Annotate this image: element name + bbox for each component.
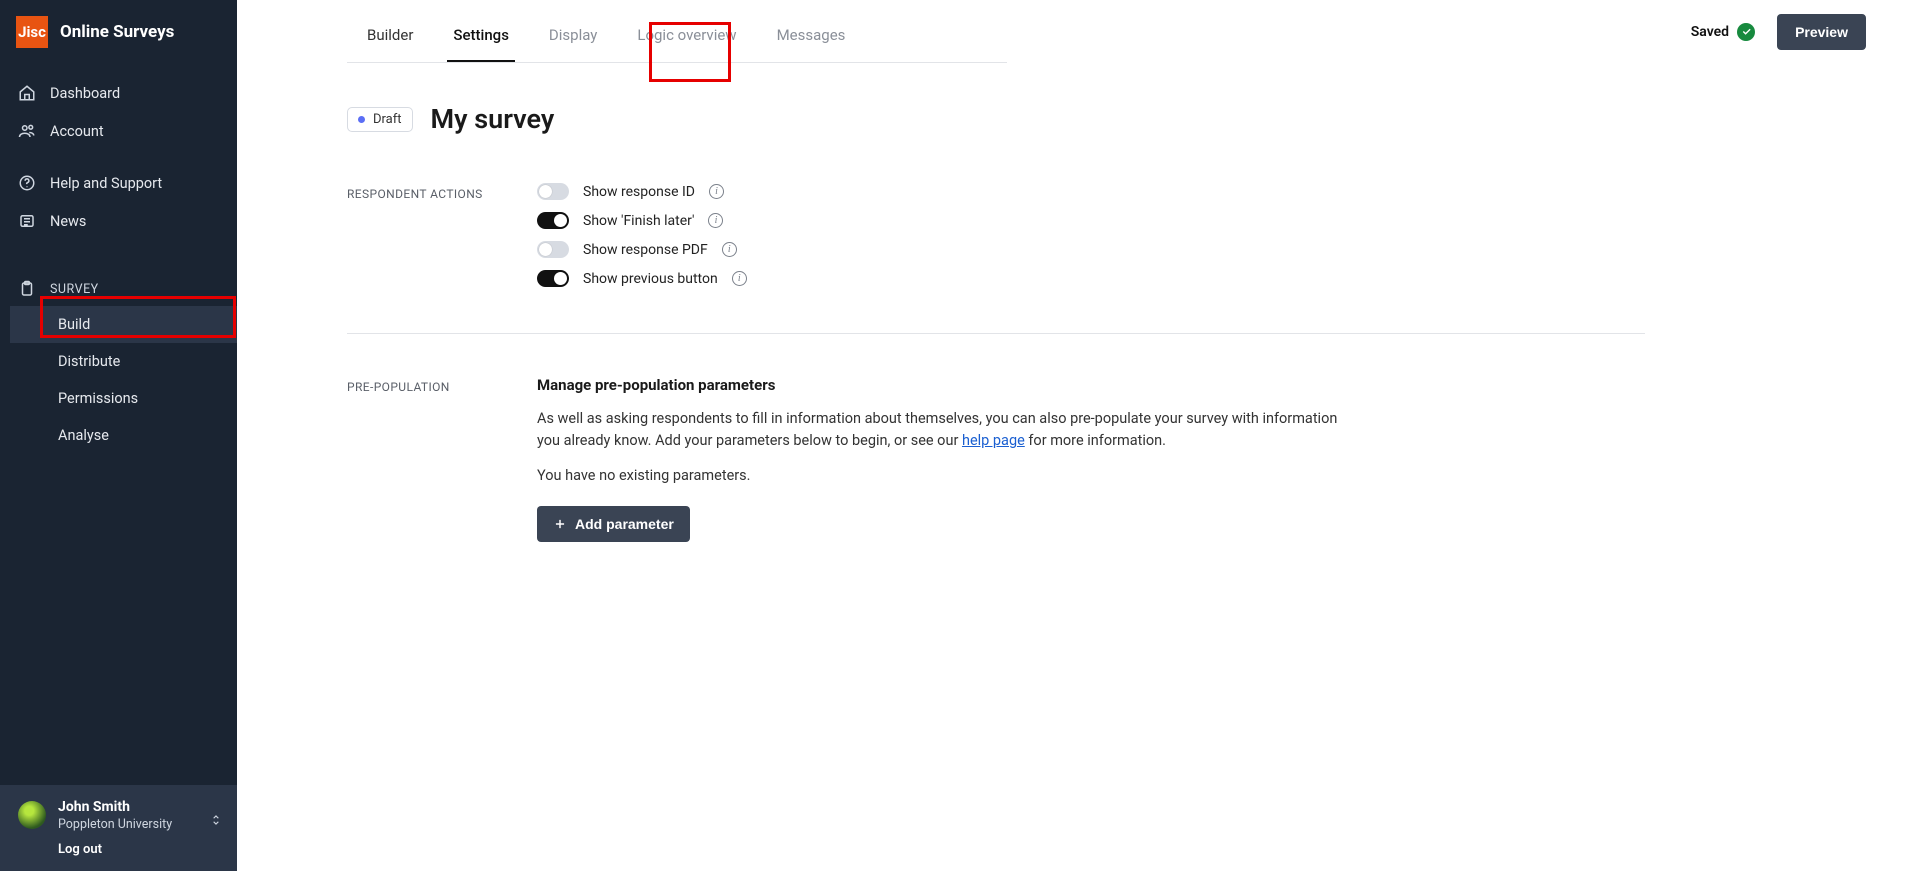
- top-actions: Saved Preview: [1691, 14, 1866, 50]
- logout-link[interactable]: Log out: [58, 842, 172, 857]
- status-dot-icon: [358, 116, 365, 123]
- help-icon: [18, 174, 36, 192]
- tab-builder[interactable]: Builder: [347, 0, 433, 62]
- title-row: Draft My survey: [347, 103, 1645, 135]
- info-icon[interactable]: i: [708, 213, 723, 228]
- toggle-show-finish-later[interactable]: [537, 212, 569, 229]
- info-icon[interactable]: i: [722, 242, 737, 257]
- sidebar-item-dashboard[interactable]: Dashboard: [0, 74, 237, 112]
- survey-subnav: Build Distribute Permissions Analyse: [0, 306, 237, 454]
- avatar: [18, 801, 46, 829]
- toggle-label: Show response ID: [583, 184, 695, 200]
- sidebar-item-help[interactable]: Help and Support: [0, 164, 237, 202]
- user-meta: John Smith Poppleton University Log out: [58, 799, 172, 857]
- info-icon[interactable]: i: [732, 271, 747, 286]
- tab-label: Display: [549, 26, 597, 44]
- add-parameter-button[interactable]: Add parameter: [537, 506, 690, 542]
- brand: Jisc Online Surveys: [0, 0, 237, 64]
- toggle-row-response-pdf: Show response PDF i: [537, 241, 1645, 258]
- plus-icon: [553, 517, 567, 531]
- primary-nav: Dashboard Account Help and Support News …: [0, 64, 237, 454]
- sidebar-item-distribute[interactable]: Distribute: [10, 343, 237, 380]
- user-name: John Smith: [58, 799, 172, 815]
- tab-display[interactable]: Display: [529, 0, 617, 62]
- prepop-title: Manage pre-population parameters: [537, 376, 1645, 394]
- toggle-row-response-id: Show response ID i: [537, 183, 1645, 200]
- tab-label: Settings: [453, 26, 509, 44]
- sidebar-section-label: SURVEY: [50, 282, 99, 297]
- sidebar-item-label: Analyse: [58, 427, 109, 444]
- no-params-message: You have no existing parameters.: [537, 467, 1645, 484]
- toggle-show-response-pdf[interactable]: [537, 241, 569, 258]
- prepop-description: As well as asking respondents to fill in…: [537, 408, 1357, 453]
- prepop-text-part1: As well as asking respondents to fill in…: [537, 410, 1337, 449]
- main: Builder Settings Display Logic overview …: [237, 0, 1918, 871]
- tab-label: Messages: [777, 26, 846, 44]
- saved-label: Saved: [1691, 24, 1729, 40]
- topbar: Builder Settings Display Logic overview …: [237, 0, 1918, 63]
- toggle-row-finish-later: Show 'Finish later' i: [537, 212, 1645, 229]
- prepop-text-part2: for more information.: [1025, 432, 1166, 449]
- toggle-label: Show previous button: [583, 271, 718, 287]
- check-circle-icon: [1737, 23, 1755, 41]
- tab-label: Logic overview: [637, 26, 736, 44]
- help-page-link[interactable]: help page: [962, 432, 1025, 449]
- toggle-label: Show 'Finish later': [583, 213, 694, 229]
- status-badge: Draft: [347, 107, 413, 132]
- sidebar-item-label: Build: [58, 316, 90, 333]
- sidebar-item-permissions[interactable]: Permissions: [10, 380, 237, 417]
- sidebar-item-analyse[interactable]: Analyse: [10, 417, 237, 454]
- toggle-show-response-id[interactable]: [537, 183, 569, 200]
- info-icon[interactable]: i: [709, 184, 724, 199]
- home-icon: [18, 84, 36, 102]
- sidebar-item-account[interactable]: Account: [0, 112, 237, 150]
- page-title: My survey: [431, 103, 555, 135]
- clipboard-icon: [18, 280, 36, 298]
- sidebar-item-build[interactable]: Build: [10, 306, 237, 343]
- users-icon: [18, 122, 36, 140]
- tab-label: Builder: [367, 26, 413, 44]
- tab-settings[interactable]: Settings: [433, 0, 529, 62]
- sidebar-item-label: Dashboard: [50, 85, 120, 102]
- saved-indicator: Saved: [1691, 23, 1755, 41]
- tabs: Builder Settings Display Logic overview …: [347, 0, 1007, 63]
- section-label-prepopulation: PRE-POPULATION: [347, 376, 537, 542]
- divider: [347, 333, 1645, 334]
- sidebar-item-label: Distribute: [58, 353, 120, 370]
- settings-grid: RESPONDENT ACTIONS Show response ID i Sh…: [347, 183, 1645, 542]
- news-icon: [18, 212, 36, 230]
- sidebar-footer: John Smith Poppleton University Log out: [0, 785, 237, 871]
- status-label: Draft: [373, 112, 402, 127]
- add-parameter-label: Add parameter: [575, 516, 674, 532]
- toggle-row-previous-button: Show previous button i: [537, 270, 1645, 287]
- preview-button[interactable]: Preview: [1777, 14, 1866, 50]
- prepopulation-content: Manage pre-population parameters As well…: [537, 376, 1645, 542]
- tab-logic-overview[interactable]: Logic overview: [617, 0, 756, 62]
- brand-logo: Jisc: [16, 16, 48, 48]
- sidebar-item-label: Account: [50, 123, 104, 140]
- content: Draft My survey RESPONDENT ACTIONS Show …: [237, 63, 1697, 542]
- sidebar-section-survey: SURVEY: [0, 270, 237, 306]
- sidebar: Jisc Online Surveys Dashboard Account He…: [0, 0, 237, 871]
- brand-title: Online Surveys: [60, 22, 174, 42]
- user-org: Poppleton University: [58, 817, 172, 832]
- sidebar-item-news[interactable]: News: [0, 202, 237, 240]
- toggle-list: Show response ID i Show 'Finish later' i…: [537, 183, 1645, 327]
- sidebar-item-label: News: [50, 213, 86, 230]
- toggle-label: Show response PDF: [583, 242, 708, 258]
- switch-org-icon[interactable]: [209, 813, 223, 827]
- tab-messages[interactable]: Messages: [757, 0, 866, 62]
- toggle-show-previous-button[interactable]: [537, 270, 569, 287]
- section-label-respondent-actions: RESPONDENT ACTIONS: [347, 183, 537, 327]
- sidebar-item-label: Help and Support: [50, 175, 162, 192]
- sidebar-item-label: Permissions: [58, 390, 138, 407]
